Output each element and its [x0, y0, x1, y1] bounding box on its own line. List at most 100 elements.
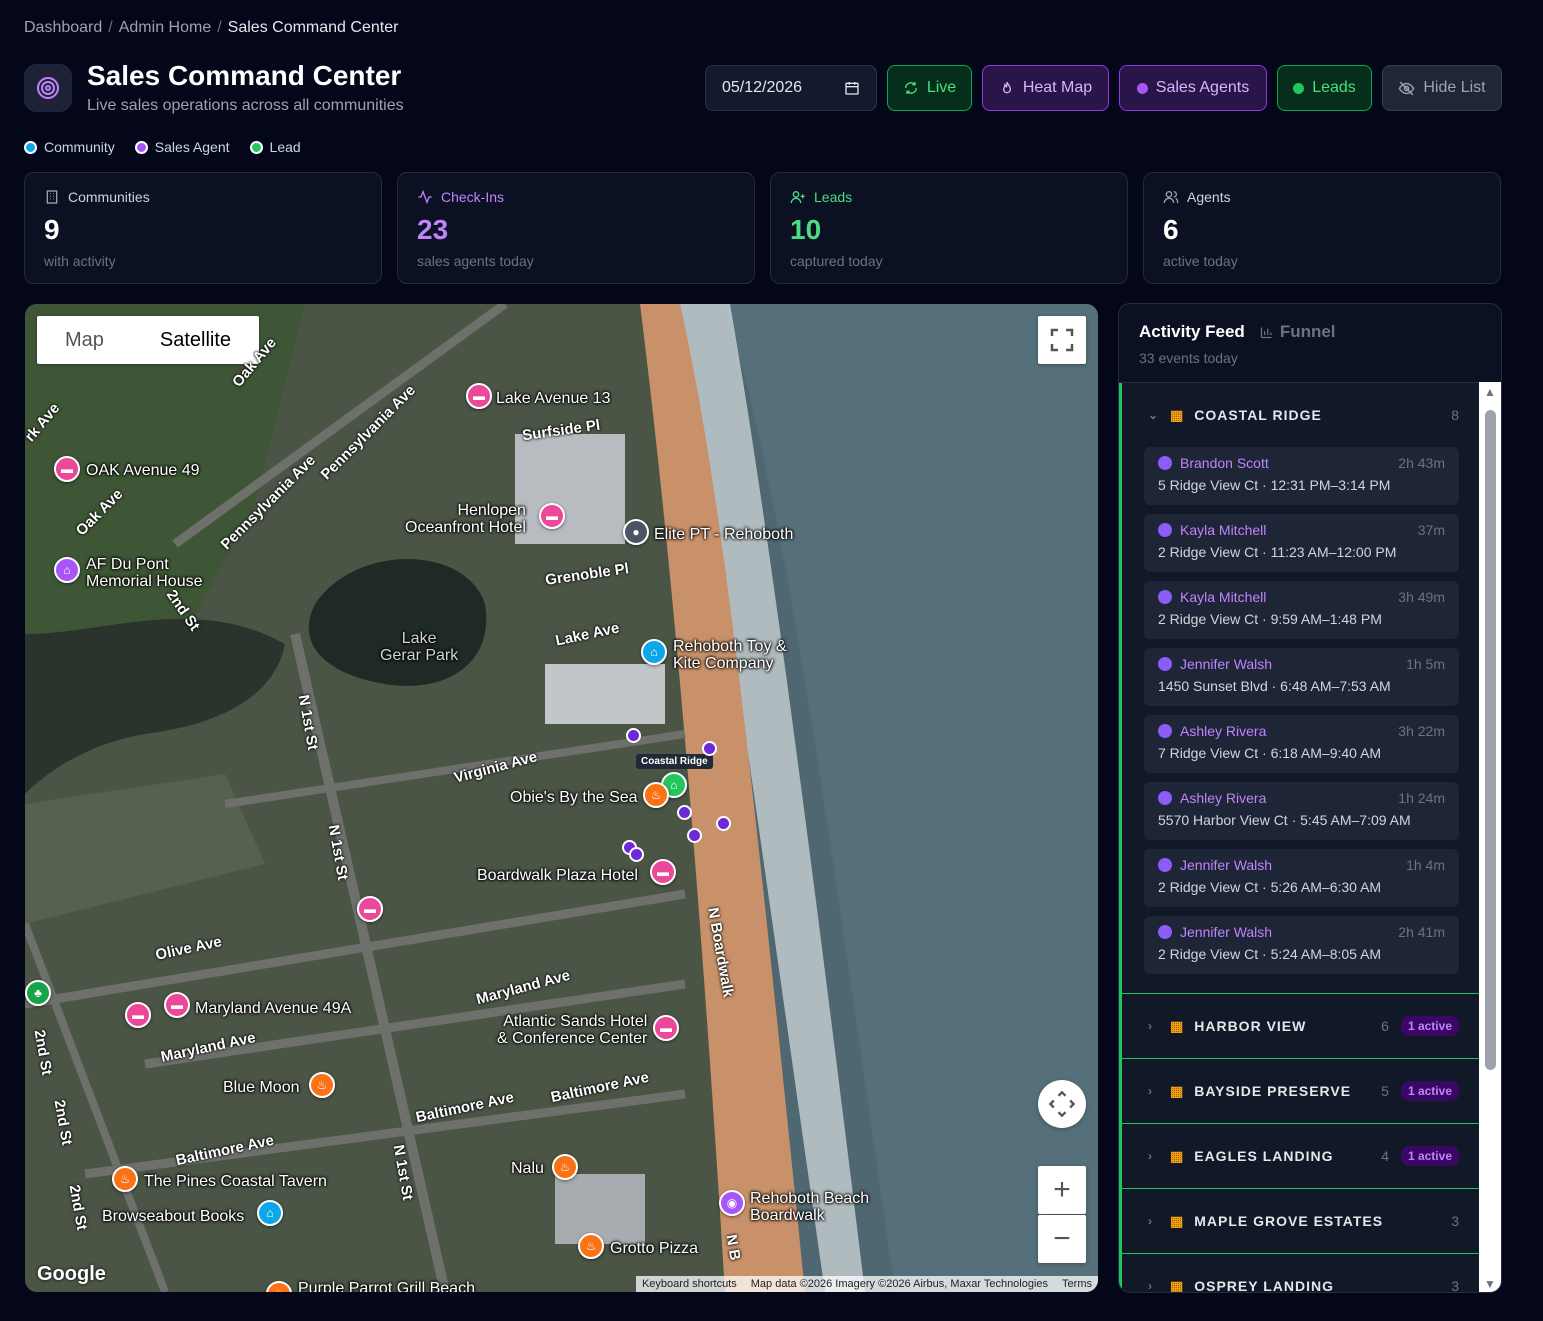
restaurant-pin-icon[interactable]: ♨: [309, 1072, 335, 1098]
activity-panel: Activity Feed Funnel 33 events today ⌄ ▦…: [1118, 303, 1502, 1293]
agent-dot-icon: [1136, 82, 1148, 94]
activity-feed-list[interactable]: ⌄ ▦ COASTAL RIDGE 8 Brandon Scott 2h 43m …: [1119, 382, 1479, 1293]
sales-agent-marker[interactable]: [629, 847, 644, 862]
building-icon: ▦: [1170, 1212, 1185, 1229]
hotel-pin-icon[interactable]: ▬: [653, 1015, 679, 1041]
checkin-entry[interactable]: Kayla Mitchell 37m 2 Ridge View Ct · 11:2…: [1144, 514, 1459, 572]
live-button[interactable]: Live: [887, 65, 972, 111]
heat-map-button[interactable]: Heat Map: [982, 65, 1109, 111]
sales-agent-marker[interactable]: [677, 805, 692, 820]
checkin-entry[interactable]: Jennifer Walsh 2h 41m 2 Ridge View Ct · 5…: [1144, 916, 1459, 974]
agent-name: Kayla Mitchell: [1180, 589, 1267, 605]
tab-activity-feed[interactable]: Activity Feed: [1139, 322, 1245, 342]
hotel-pin-icon[interactable]: ▬: [539, 503, 565, 529]
leads-button[interactable]: Leads: [1277, 65, 1372, 111]
checkin-duration: 2h 43m: [1398, 455, 1445, 471]
calendar-icon[interactable]: [844, 80, 860, 96]
camera-control-button[interactable]: [1038, 1080, 1086, 1128]
flame-icon: [1002, 81, 1011, 94]
fullscreen-button[interactable]: [1038, 316, 1086, 364]
community-group-header[interactable]: › ▦ BAYSIDE PRESERVE 5 1 active: [1122, 1059, 1479, 1123]
scroll-down-arrow-icon[interactable]: ▼: [1484, 1277, 1496, 1291]
hotel-pin-icon[interactable]: ▬: [357, 896, 383, 922]
hotel-pin-icon[interactable]: ▬: [466, 383, 492, 409]
community-group-header[interactable]: › ▦ EAGLES LANDING 4 1 active: [1122, 1124, 1479, 1188]
date-input[interactable]: 05/12/2026: [705, 65, 877, 111]
tab-funnel[interactable]: Funnel: [1259, 322, 1336, 342]
checkin-entry[interactable]: Jennifer Walsh 1h 5m 1450 Sunset Blvd · 6…: [1144, 648, 1459, 706]
sales-agent-marker[interactable]: [716, 816, 731, 831]
stat-sub: active today: [1163, 253, 1238, 269]
shopping-pin-icon[interactable]: ⌂: [641, 639, 667, 665]
agent-avatar-icon: [1158, 858, 1172, 872]
lead-dot-icon: [249, 140, 263, 154]
location-pin-icon[interactable]: ●: [623, 519, 649, 545]
community-count: 3: [1451, 1213, 1459, 1229]
breadcrumb-dashboard[interactable]: Dashboard: [24, 19, 102, 37]
hide-list-button[interactable]: Hide List: [1382, 65, 1502, 111]
building-icon: ▦: [1170, 1277, 1185, 1293]
community-name: COASTAL RIDGE: [1194, 407, 1322, 423]
hotel-pin-icon[interactable]: ▬: [650, 859, 676, 885]
map-type-map-button[interactable]: Map: [37, 316, 132, 364]
lead-dot-icon: [1293, 82, 1305, 94]
sales-agent-marker[interactable]: [626, 728, 641, 743]
checkin-entry[interactable]: Kayla Mitchell 3h 49m 2 Ridge View Ct · 9…: [1144, 581, 1459, 639]
stat-label: Communities: [68, 189, 150, 205]
scroll-up-arrow-icon[interactable]: ▲: [1484, 385, 1496, 399]
chevron-right-icon: ›: [1148, 1019, 1153, 1033]
community-group-header[interactable]: › ▦ HARBOR VIEW 6 1 active: [1122, 994, 1479, 1058]
checkin-entry[interactable]: Jennifer Walsh 1h 4m 2 Ridge View Ct · 5:…: [1144, 849, 1459, 907]
breadcrumb-admin-home[interactable]: Admin Home: [119, 19, 211, 37]
place-label: The Pines Coastal Tavern: [144, 1173, 327, 1190]
place-label: Atlantic Sands Hotel & Conference Center: [497, 1013, 648, 1047]
stat-card-communities: Communities 9 with activity: [24, 172, 382, 284]
zoom-out-button[interactable]: −: [1038, 1215, 1086, 1263]
sales-agent-marker[interactable]: [702, 741, 717, 756]
checkin-detail: 2 Ridge View Ct · 5:26 AM–6:30 AM: [1158, 879, 1382, 895]
checkin-entry[interactable]: Ashley Rivera 1h 24m 5570 Harbor View Ct …: [1144, 782, 1459, 840]
terms-link[interactable]: Terms: [1062, 1278, 1092, 1290]
zoom-in-button[interactable]: +: [1038, 1166, 1086, 1214]
stat-card-checkins: Check-Ins 23 sales agents today: [397, 172, 755, 284]
restaurant-pin-icon[interactable]: ♨: [578, 1233, 604, 1259]
satellite-map[interactable]: Map Satellite + − Surfside Pl Pennsylvan…: [25, 304, 1098, 1292]
stat-label: Check-Ins: [441, 189, 505, 205]
community-group-header[interactable]: ⌄ ▦ COASTAL RIDGE 8: [1122, 383, 1479, 447]
agent-avatar-icon: [1158, 925, 1172, 939]
tree-pin-icon[interactable]: ♣: [25, 980, 51, 1006]
community-group: › ▦ HARBOR VIEW 6 1 active: [1119, 994, 1479, 1059]
map-type-satellite-button[interactable]: Satellite: [132, 316, 259, 364]
community-group-header[interactable]: › ▦ MAPLE GROVE ESTATES 3: [1122, 1189, 1479, 1253]
community-count: 3: [1451, 1278, 1459, 1293]
camera-pin-icon[interactable]: ◉: [719, 1190, 745, 1216]
community-group-header[interactable]: › ▦ OSPREY LANDING 3: [1122, 1254, 1479, 1293]
restaurant-pin-icon[interactable]: ♨: [112, 1166, 138, 1192]
checkin-entry[interactable]: Brandon Scott 2h 43m 5 Ridge View Ct · 12…: [1144, 447, 1459, 505]
target-icon: [24, 64, 72, 112]
legend-label: Sales Agent: [154, 139, 230, 155]
feed-scrollbar[interactable]: ▲ ▼: [1479, 382, 1501, 1292]
checkin-detail: 2 Ridge View Ct · 5:24 AM–8:05 AM: [1158, 946, 1382, 962]
agent-dot-icon: [134, 140, 148, 154]
sales-agents-button[interactable]: Sales Agents: [1119, 65, 1267, 111]
agent-avatar-icon: [1158, 657, 1172, 671]
shopping-pin-icon[interactable]: ⌂: [257, 1200, 283, 1226]
restaurant-pin-icon[interactable]: ♨: [643, 782, 669, 808]
checkin-entry[interactable]: Ashley Rivera 3h 22m 7 Ridge View Ct · 6:…: [1144, 715, 1459, 773]
active-badge: 1 active: [1400, 1146, 1459, 1166]
page-subtitle: Live sales operations across all communi…: [87, 97, 404, 114]
restaurant-pin-icon[interactable]: ♨: [552, 1154, 578, 1180]
landmark-pin-icon[interactable]: ⌂: [54, 557, 80, 583]
place-label: Rehoboth Toy & Kite Company: [673, 638, 787, 672]
keyboard-shortcuts-link[interactable]: Keyboard shortcuts: [642, 1278, 737, 1290]
scrollbar-thumb[interactable]: [1485, 410, 1496, 1070]
breadcrumb-separator: /: [108, 19, 113, 36]
hotel-pin-icon[interactable]: ▬: [125, 1002, 151, 1028]
hotel-pin-icon[interactable]: ▬: [54, 456, 80, 482]
agent-avatar-icon: [1158, 590, 1172, 604]
sales-agent-marker[interactable]: [687, 828, 702, 843]
agent-avatar-icon: [1158, 523, 1172, 537]
agent-avatar-icon: [1158, 456, 1172, 470]
hotel-pin-icon[interactable]: ▬: [164, 992, 190, 1018]
